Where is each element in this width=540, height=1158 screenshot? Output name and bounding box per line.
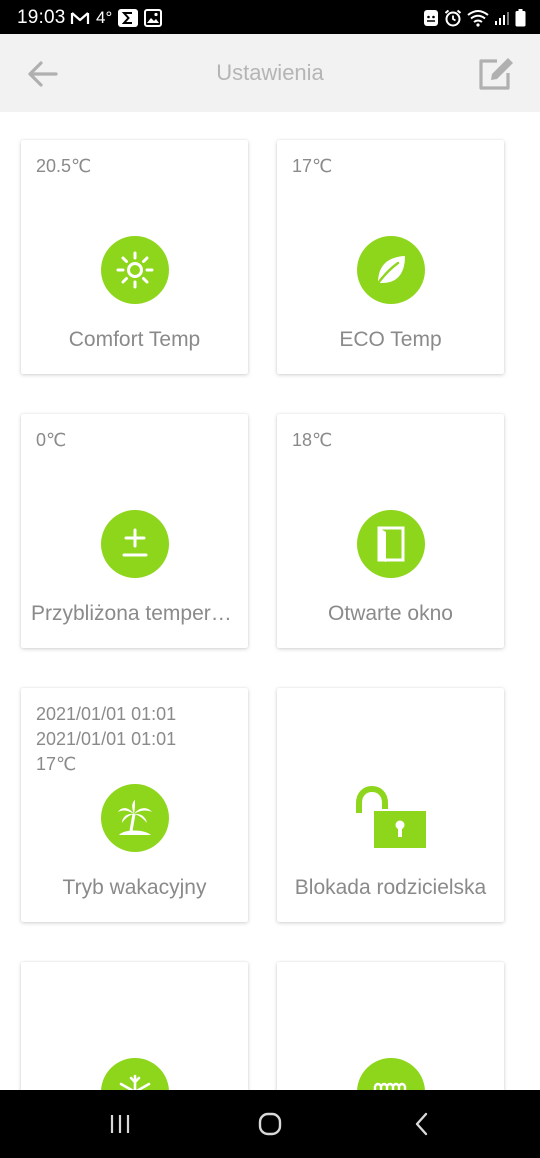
card-info: 17℃ — [292, 156, 333, 176]
status-temperature: 4° — [96, 8, 113, 27]
heater-icon — [357, 1058, 425, 1090]
settings-grid: 20.5℃ Comfort Temp 17℃ ECO Temp 0℃ Przyb… — [0, 112, 540, 1090]
plus-minus-icon — [101, 510, 169, 578]
card-label: Przybliżona temperatura — [31, 602, 238, 625]
card-eco-temp[interactable]: 17℃ ECO Temp — [277, 140, 504, 374]
android-icon — [424, 10, 438, 26]
system-back-button[interactable] — [402, 1104, 442, 1144]
card-info: 2021/01/01 01:01 2021/01/01 01:01 17℃ — [36, 704, 177, 774]
card-label: Blokada rodzicielska — [294, 876, 487, 899]
status-system-icons — [423, 8, 526, 28]
window-icon — [357, 510, 425, 578]
home-button[interactable] — [250, 1104, 290, 1144]
edit-button[interactable] — [476, 54, 516, 94]
card-info: 18℃ — [292, 430, 333, 450]
home-icon — [258, 1112, 282, 1136]
battery-icon — [515, 9, 526, 27]
wifi-icon — [467, 10, 489, 27]
card-holiday-mode[interactable]: 2021/01/01 01:01 2021/01/01 01:01 17℃ Tr… — [21, 688, 248, 922]
unlock-icon — [353, 784, 429, 852]
status-bar: 19:03 4° — [0, 0, 540, 34]
palm-island-icon — [101, 784, 169, 852]
chevron-left-icon — [415, 1112, 428, 1136]
recent-apps-button[interactable] — [100, 1104, 140, 1144]
card-heating[interactable] — [277, 962, 504, 1090]
snowflake-icon — [101, 1058, 169, 1090]
signal-icon — [495, 12, 509, 25]
card-label: Comfort Temp — [68, 328, 201, 351]
card-comfort-temp[interactable]: 20.5℃ Comfort Temp — [21, 140, 248, 374]
card-frost-protection[interactable] — [21, 962, 248, 1090]
card-open-window[interactable]: 18℃ Otwarte okno — [277, 414, 504, 648]
leaf-icon — [357, 236, 425, 304]
page-title: Ustawienia — [216, 60, 324, 85]
gmail-icon — [70, 12, 90, 24]
recent-apps-icon — [110, 1115, 130, 1133]
edit-icon — [479, 58, 513, 90]
card-temperature-offset[interactable]: 0℃ Przybliżona temperatura — [21, 414, 248, 648]
card-label: Tryb wakacyjny — [62, 876, 207, 899]
sun-icon — [101, 236, 169, 304]
app-bar: Ustawienia — [0, 34, 540, 112]
status-time: 19:03 — [17, 7, 66, 28]
card-info: 20.5℃ — [36, 156, 92, 176]
card-parental-lock[interactable]: Blokada rodzicielska — [277, 688, 504, 922]
card-label: ECO Temp — [339, 328, 442, 351]
alarm-icon — [444, 9, 462, 27]
card-label: Otwarte okno — [328, 602, 453, 625]
gallery-icon — [144, 9, 163, 27]
sigma-app-icon — [118, 9, 139, 27]
status-notification-icons: 4° — [70, 8, 163, 28]
card-info: 0℃ — [36, 430, 67, 450]
system-nav-bar — [0, 1090, 540, 1158]
